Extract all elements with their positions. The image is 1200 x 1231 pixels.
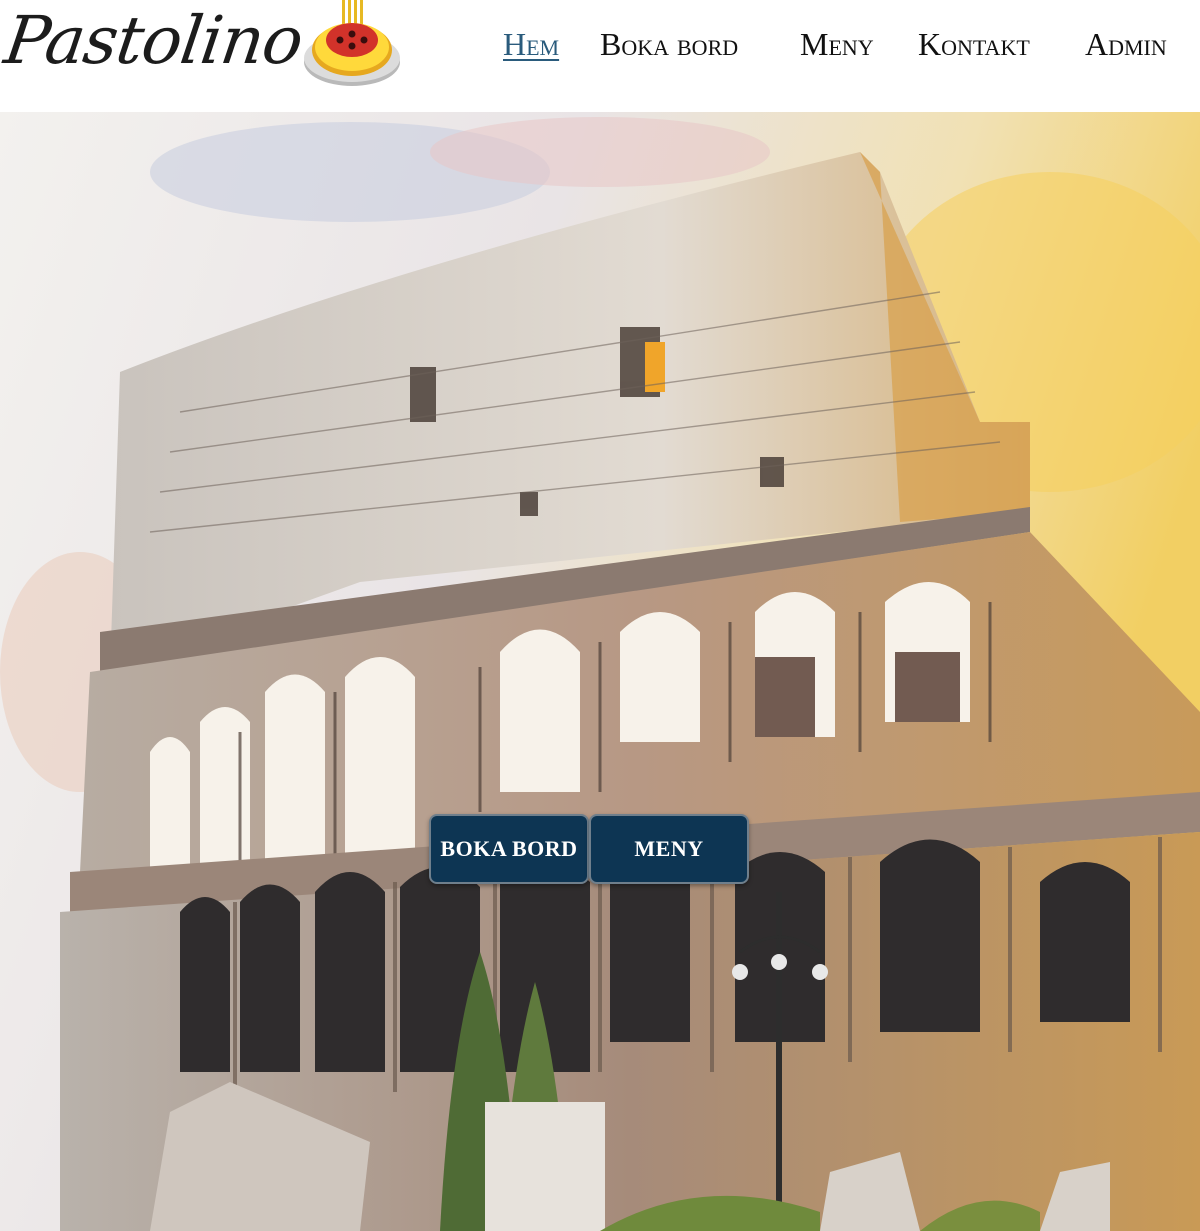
nav-link-boka-bord[interactable]: Boka bord xyxy=(600,22,738,66)
nav-link-kontakt[interactable]: Kontakt xyxy=(918,22,1030,66)
menu-button[interactable]: MENY xyxy=(589,814,749,884)
book-table-button[interactable]: BOKA BORD xyxy=(429,814,589,884)
nav-link-meny[interactable]: Meny xyxy=(800,22,874,66)
colosseum-watercolor-image xyxy=(0,112,1200,1231)
nav-link-admin[interactable]: Admin xyxy=(1085,22,1167,66)
main-nav: Hem Boka bord Meny Kontakt Admin xyxy=(0,22,1200,66)
site-header: Pastolino Hem Boka bord Meny Kontakt Adm… xyxy=(0,0,1200,112)
nav-link-hem[interactable]: Hem xyxy=(503,22,559,66)
hero-section: BOKA BORD MENY xyxy=(0,112,1200,1231)
